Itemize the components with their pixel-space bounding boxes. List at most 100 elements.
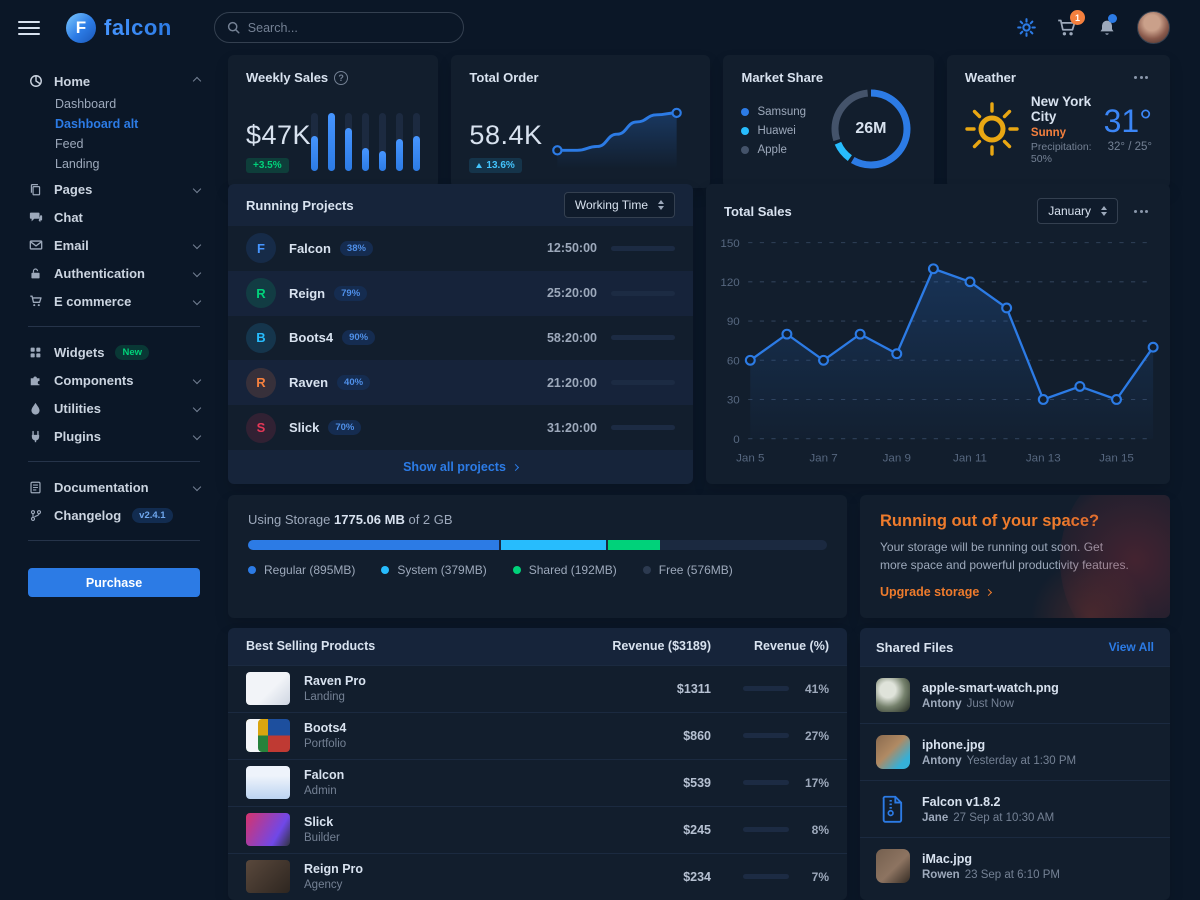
file-thumbnail (876, 849, 910, 883)
sidebar-item-label: Chat (54, 210, 200, 225)
chevron-up-icon (193, 77, 201, 85)
card-menu-icon[interactable] (1130, 206, 1152, 217)
sidebar-item-widgets[interactable]: Widgets New (28, 338, 200, 366)
svg-text:Jan 11: Jan 11 (953, 453, 987, 465)
card-title: Total Sales (724, 204, 792, 219)
legend-dot (741, 108, 749, 116)
search-box[interactable] (214, 12, 464, 43)
project-row: R Reign 79% 25:20:00 (228, 271, 693, 316)
search-icon (227, 21, 240, 34)
view-all-link[interactable]: View All (1109, 640, 1154, 654)
storage-progress-bar (248, 540, 827, 550)
working-time-select[interactable]: Working Time (564, 192, 675, 218)
sidebar-item-utilities[interactable]: Utilities (28, 394, 200, 422)
sidebar-item-ecommerce[interactable]: E commerce (28, 287, 200, 315)
file-name: Falcon v1.8.2 (922, 795, 1054, 809)
market-share-donut-chart: 26M (828, 86, 914, 172)
sidebar-item-chat[interactable]: Chat (28, 203, 200, 231)
revenue-progress (743, 874, 789, 879)
table-header-products: Best Selling Products (246, 639, 561, 653)
total-order-card: Total Order 58.4K 13.6% (451, 55, 710, 188)
storage-used: 1775.06 MB (334, 512, 405, 527)
sidebar-item-pages[interactable]: Pages (28, 175, 200, 203)
storage-legend: Regular (895MB) System (379MB) Shared (1… (248, 563, 827, 577)
show-all-projects-link[interactable]: Show all projects (228, 450, 693, 484)
product-name: Boots4 (304, 721, 561, 735)
user-avatar[interactable] (1137, 11, 1170, 44)
weekly-sales-card: Weekly Sales ? $47K +3.5% (228, 55, 438, 188)
hamburger-menu-icon[interactable] (18, 17, 40, 39)
sidebar-item-label: Pages (54, 182, 183, 197)
sidebar-item-email[interactable]: Email (28, 231, 200, 259)
revenue-progress (743, 780, 789, 785)
weather-precipitation: Precipitation: 50% (1031, 141, 1092, 165)
product-thumbnail (246, 766, 290, 799)
sort-arrows-icon (1101, 206, 1107, 216)
project-name: Boots4 (289, 330, 333, 345)
sidebar-item-dashboard[interactable]: Dashboard (28, 95, 200, 115)
sidebar-item-label: Email (54, 238, 183, 253)
chevron-down-icon (193, 376, 201, 384)
product-price: $234 (561, 870, 711, 884)
legend-label: Samsung (757, 106, 806, 118)
sidebar-item-landing[interactable]: Landing (28, 155, 200, 175)
falcon-logo-icon: F (66, 13, 96, 43)
weekly-sales-value: $47K (246, 120, 311, 151)
chevron-down-icon (193, 241, 201, 249)
upgrade-storage-link[interactable]: Upgrade storage (880, 585, 991, 599)
purchase-button[interactable]: Purchase (28, 568, 200, 597)
falcon-logo[interactable]: F falcon (66, 13, 172, 43)
sidebar-item-documentation[interactable]: Documentation (28, 473, 200, 501)
svg-text:150: 150 (720, 238, 739, 250)
sidebar-item-label: Documentation (54, 480, 183, 495)
grid-icon (28, 346, 43, 359)
legend-label: Huawei (757, 125, 795, 137)
sidebar-item-changelog[interactable]: Changelog v2.4.1 (28, 501, 200, 529)
chevron-right-icon (512, 463, 519, 470)
cart-count-badge: 1 (1070, 10, 1085, 25)
sidebar-item-dashboard-alt[interactable]: Dashboard alt (28, 115, 200, 135)
help-icon[interactable]: ? (334, 71, 348, 85)
revenue-pct: 17% (799, 776, 829, 790)
project-progress (611, 380, 675, 385)
lock-icon (28, 267, 43, 280)
shopping-cart-icon (28, 294, 43, 308)
sidebar-item-components[interactable]: Components (28, 366, 200, 394)
envelope-icon (28, 238, 43, 252)
svg-text:90: 90 (727, 316, 740, 328)
sidebar-item-feed[interactable]: Feed (28, 135, 200, 155)
svg-text:Jan 13: Jan 13 (1026, 453, 1061, 465)
project-row: S Slick 70% 31:20:00 (228, 405, 693, 450)
project-name: Falcon (289, 241, 331, 256)
total-order-badge: 13.6% (469, 158, 521, 173)
month-select[interactable]: January (1037, 198, 1118, 224)
file-name: iMac.jpg (922, 852, 1060, 866)
notifications-bell-icon[interactable] (1097, 18, 1117, 38)
legend-label: Apple (757, 144, 786, 156)
card-title: Weekly Sales (246, 70, 328, 85)
total-sales-line-chart: 0306090120150Jan 5Jan 7Jan 9Jan 11Jan 13… (706, 228, 1170, 470)
sidebar-item-authentication[interactable]: Authentication (28, 259, 200, 287)
settings-gear-icon[interactable] (1017, 18, 1036, 37)
book-icon (28, 481, 43, 494)
total-sales-card: Total Sales January 0306090120150Jan 5Ja… (706, 184, 1170, 484)
chevron-down-icon (193, 297, 201, 305)
product-thumbnail (246, 860, 290, 893)
storage-label: Using Storage 1775.06 MB of 2 GB (248, 512, 827, 527)
legend-label: Free (576MB) (659, 563, 733, 577)
revenue-pct: 41% (799, 682, 829, 696)
storage-segment-regular (248, 540, 499, 550)
cart-icon[interactable]: 1 (1056, 17, 1077, 38)
project-progress (611, 291, 675, 296)
project-avatar: S (246, 413, 276, 443)
project-badge: 38% (340, 241, 373, 256)
sidebar-item-plugins[interactable]: Plugins (28, 422, 200, 450)
search-input[interactable] (248, 21, 451, 35)
sun-icon (965, 102, 1019, 156)
notification-dot (1108, 14, 1117, 23)
revenue-progress (743, 827, 789, 832)
product-category: Landing (304, 691, 561, 703)
sidebar-item-home[interactable]: Home (28, 67, 200, 95)
card-menu-icon[interactable] (1130, 72, 1152, 83)
file-thumbnail (876, 678, 910, 712)
